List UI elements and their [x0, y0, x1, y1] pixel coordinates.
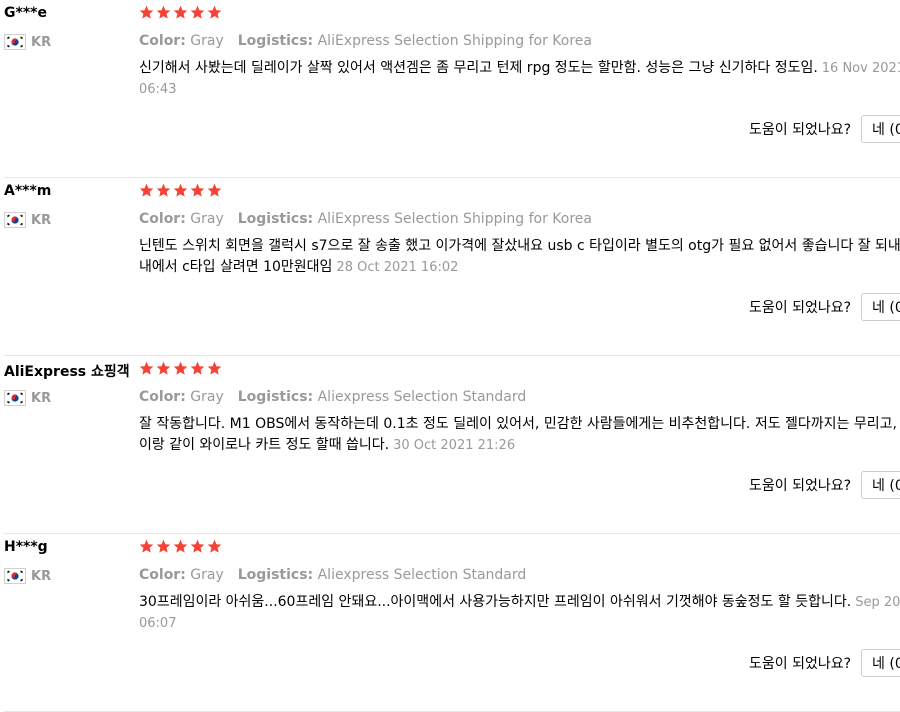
- color-value: Gray: [190, 389, 224, 405]
- kr-flag-icon: [4, 34, 26, 50]
- star-rating: [139, 361, 222, 376]
- country-code: KR: [31, 568, 52, 584]
- star-icon: [156, 5, 171, 19]
- reviewer-country: KR: [4, 211, 51, 229]
- review-content: 잘 작동합니다. M1 OBS에서 동작하는데 0.1초 정도 딜레이 있어서,…: [139, 414, 900, 456]
- color-label: Color:: [139, 211, 186, 227]
- review-sku-attributes: Color: Gray Logistics: Aliexpress Selecti…: [139, 567, 526, 583]
- reviewer-country: KR: [4, 389, 51, 407]
- helpful-yes-button[interactable]: 네 (0): [861, 649, 900, 677]
- star-icon: [139, 361, 154, 375]
- kr-flag-icon: [4, 390, 26, 406]
- star-rating: [139, 5, 222, 20]
- review-sku-attributes: Color: Gray Logistics: AliExpress Selecti…: [139, 211, 592, 227]
- star-icon: [207, 361, 222, 375]
- helpful-yes-button[interactable]: 네 (0): [861, 471, 900, 499]
- helpful-question: 도움이 되었나요?: [749, 656, 852, 672]
- reviewer-name: A***m: [4, 183, 52, 199]
- review-text: 신기해서 사봤는데 딜레이가 살짝 있어서 액션겜은 좀 무리고 턴제 rpg …: [139, 60, 818, 76]
- helpful-section: 도움이 되었나요? 네 (0): [749, 293, 900, 321]
- star-icon: [173, 183, 188, 197]
- country-code: KR: [31, 212, 52, 228]
- logistics-value: Aliexpress Selection Standard: [317, 567, 527, 583]
- country-code: KR: [31, 390, 52, 406]
- logistics-label: Logistics:: [237, 211, 314, 227]
- helpful-question: 도움이 되었나요?: [749, 300, 852, 316]
- helpful-section: 도움이 되었나요? 네 (0): [749, 471, 900, 499]
- reviewer-name: AliExpress 쇼핑객: [4, 364, 130, 380]
- helpful-section: 도움이 되었나요? 네 (0): [749, 649, 900, 677]
- review-content: 신기해서 사봤는데 딜레이가 살짝 있어서 액션겜은 좀 무리고 턴제 rpg …: [139, 58, 900, 100]
- review-item: A***m KR Color: Gray Logistics: AliExpress …: [0, 178, 900, 356]
- logistics-value: AliExpress Selection Shipping for Korea: [317, 211, 592, 227]
- reviewer-country: KR: [4, 33, 51, 51]
- helpful-yes-button[interactable]: 네 (0): [861, 293, 900, 321]
- helpful-question: 도움이 되었나요?: [749, 478, 852, 494]
- star-icon: [190, 361, 205, 375]
- review-item: H***g KR Color: Gray Logistics: Aliexpress …: [0, 534, 900, 712]
- color-label: Color:: [139, 33, 186, 49]
- star-rating: [139, 183, 222, 198]
- star-rating: [139, 539, 222, 554]
- review-content: 30프레임이라 아쉬움...60프레임 안돼요...아이맥에서 사용가능하지만 …: [139, 592, 900, 634]
- star-icon: [207, 5, 222, 19]
- star-icon: [139, 5, 154, 19]
- review-date: 30 Oct 2021 21:26: [393, 438, 516, 453]
- review-sku-attributes: Color: Gray Logistics: AliExpress Selecti…: [139, 33, 592, 49]
- star-icon: [139, 539, 154, 553]
- star-icon: [173, 539, 188, 553]
- star-icon: [173, 5, 188, 19]
- star-icon: [190, 183, 205, 197]
- star-icon: [156, 361, 171, 375]
- color-label: Color:: [139, 389, 186, 405]
- reviewer-name: G***e: [4, 5, 47, 21]
- logistics-label: Logistics:: [237, 33, 314, 49]
- color-value: Gray: [190, 33, 224, 49]
- logistics-value: AliExpress Selection Shipping for Korea: [317, 33, 592, 49]
- review-text: 30프레임이라 아쉬움...60프레임 안돼요...아이맥에서 사용가능하지만 …: [139, 594, 852, 610]
- review-date: 28 Oct 2021 16:02: [336, 260, 459, 275]
- helpful-yes-button[interactable]: 네 (0): [861, 115, 900, 143]
- review-text: 잘 작동합니다. M1 OBS에서 동작하는데 0.1초 정도 딜레이 있어서,…: [139, 416, 900, 453]
- logistics-value: Aliexpress Selection Standard: [317, 389, 527, 405]
- reviewer-country: KR: [4, 567, 51, 585]
- kr-flag-icon: [4, 212, 26, 228]
- color-value: Gray: [190, 211, 224, 227]
- star-icon: [173, 361, 188, 375]
- star-icon: [190, 5, 205, 19]
- logistics-label: Logistics:: [237, 567, 314, 583]
- helpful-question: 도움이 되었나요?: [749, 122, 852, 138]
- review-content: 닌텐도 스위치 회면을 갤럭시 s7으로 잘 송출 했고 이가격에 잘샀내요 u…: [139, 236, 900, 278]
- review-text: 닌텐도 스위치 회면을 갤럭시 s7으로 잘 송출 했고 이가격에 잘샀내요 u…: [139, 238, 900, 275]
- color-value: Gray: [190, 567, 224, 583]
- kr-flag-icon: [4, 568, 26, 584]
- helpful-section: 도움이 되었나요? 네 (0): [749, 115, 900, 143]
- review-item: G***e KR Color: Gray Logistics: AliExpress …: [0, 0, 900, 178]
- logistics-label: Logistics:: [237, 389, 314, 405]
- star-icon: [207, 183, 222, 197]
- reviewer-name: H***g: [4, 539, 48, 555]
- color-label: Color:: [139, 567, 186, 583]
- review-sku-attributes: Color: Gray Logistics: Aliexpress Selecti…: [139, 389, 526, 405]
- star-icon: [139, 183, 154, 197]
- star-icon: [207, 539, 222, 553]
- star-icon: [190, 539, 205, 553]
- review-item: AliExpress 쇼핑객 KR Color: Gray Logistics: Al…: [0, 356, 900, 534]
- country-code: KR: [31, 34, 52, 50]
- star-icon: [156, 183, 171, 197]
- star-icon: [156, 539, 171, 553]
